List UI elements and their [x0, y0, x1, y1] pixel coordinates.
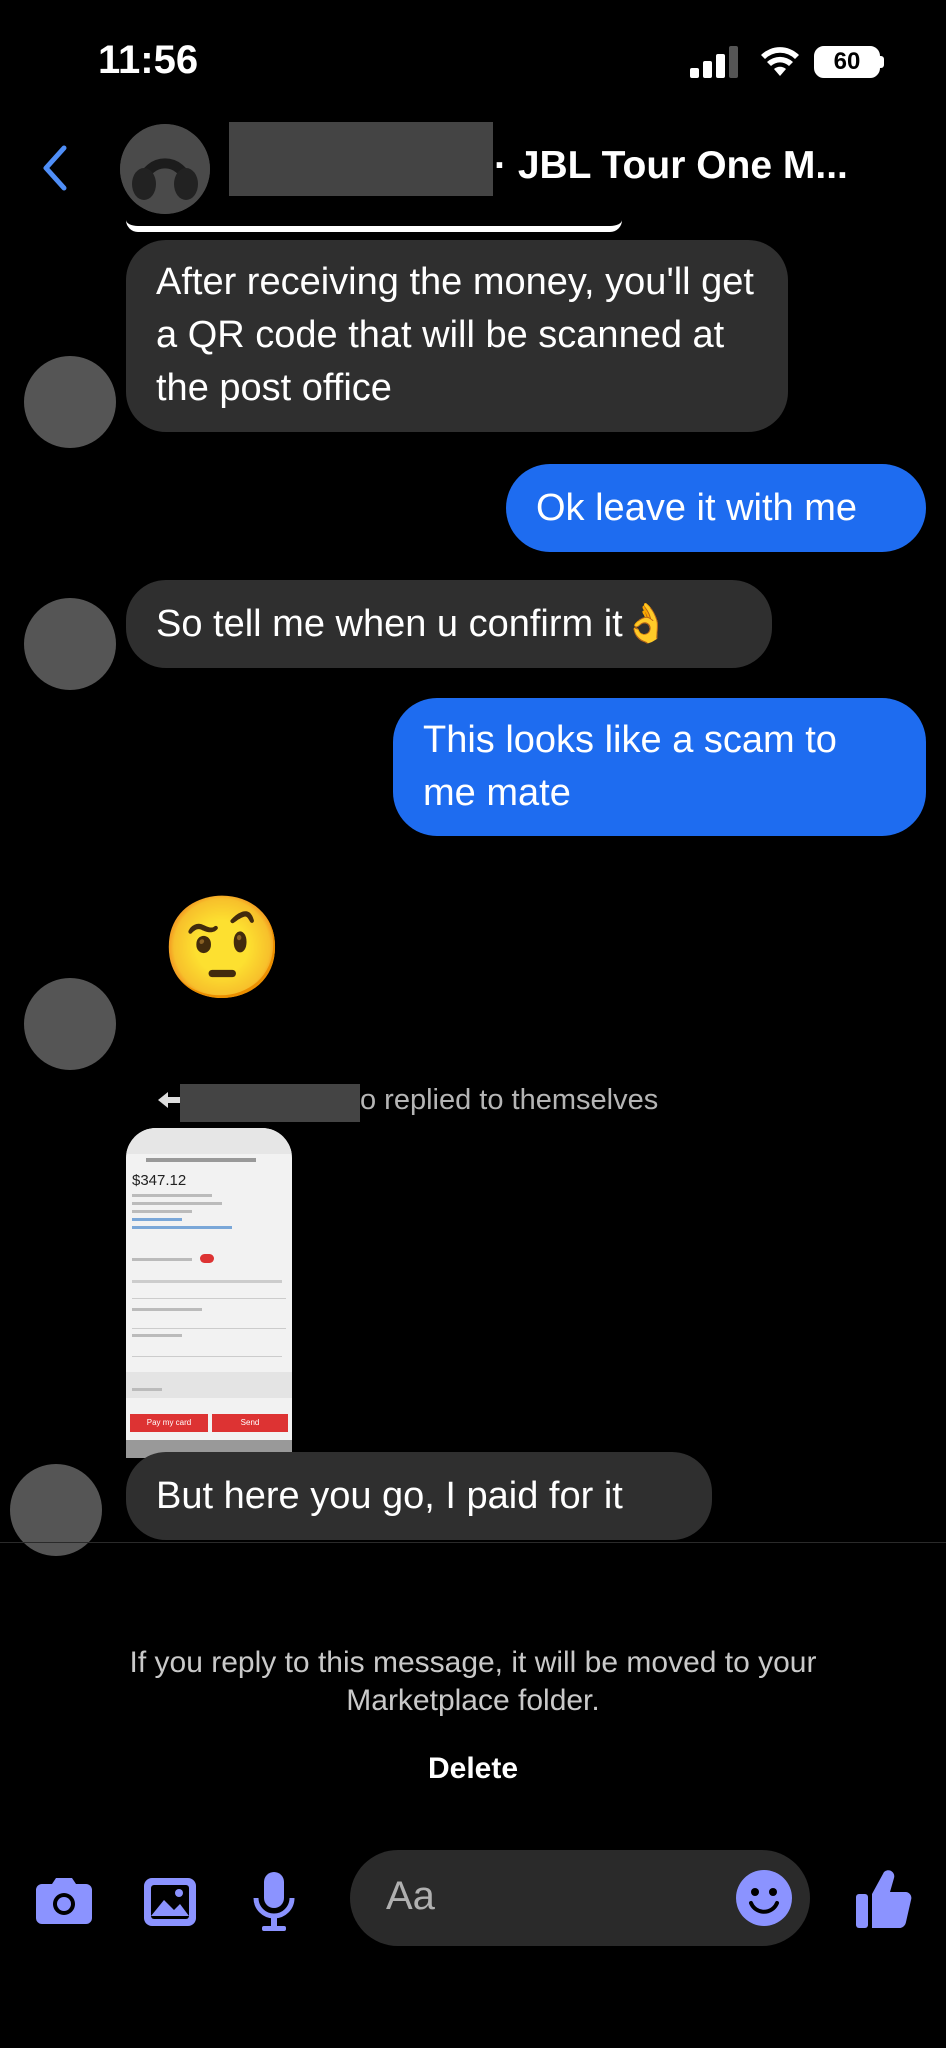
- thumbs-up-icon[interactable]: [854, 1868, 914, 1930]
- redacted-name: [180, 1084, 360, 1122]
- photo-icon[interactable]: [142, 1876, 198, 1928]
- message-incoming[interactable]: So tell me when u confirm it👌: [126, 580, 772, 668]
- reply-note: o replied to themselves: [360, 1084, 659, 1116]
- header-divider: [126, 220, 622, 232]
- delete-button[interactable]: Delete: [0, 1752, 946, 1786]
- wifi-icon: [761, 47, 799, 76]
- sender-avatar[interactable]: [24, 356, 116, 448]
- microphone-icon[interactable]: [252, 1870, 296, 1934]
- attachment-send-button: Send: [212, 1414, 288, 1432]
- message-outgoing[interactable]: This looks like a scam to me mate: [393, 698, 926, 836]
- camera-icon[interactable]: [34, 1876, 94, 1926]
- message-input-placeholder: Aa: [386, 1874, 435, 1918]
- cellular-signal-icon: [690, 46, 740, 78]
- chevron-left-icon[interactable]: [40, 144, 70, 192]
- message-incoming[interactable]: But here you go, I paid for it: [126, 1452, 712, 1540]
- divider: [0, 1542, 946, 1543]
- message-outgoing[interactable]: Ok leave it with me: [506, 464, 926, 552]
- battery-indicator: 60: [814, 46, 880, 78]
- conversation-title[interactable]: · JBL Tour One M...: [494, 144, 848, 188]
- reply-arrow-icon: [158, 1092, 180, 1108]
- redacted-name: [229, 122, 493, 196]
- emoji-message[interactable]: 🤨: [160, 888, 285, 1008]
- sender-avatar[interactable]: [24, 978, 116, 1070]
- attachment-pay-button: Pay my card: [130, 1414, 208, 1432]
- sender-avatar[interactable]: [24, 598, 116, 690]
- headphones-image: [120, 124, 210, 214]
- marketplace-notice: If you reply to this message, it will be…: [129, 1646, 817, 1717]
- image-attachment[interactable]: $347.12 Pay my card Send: [126, 1128, 292, 1458]
- message-incoming[interactable]: After receiving the money, you'll get a …: [126, 240, 788, 432]
- emoji-icon[interactable]: [736, 1870, 792, 1926]
- status-time: 11:56: [98, 38, 199, 82]
- attachment-amount: $347.12: [132, 1172, 187, 1189]
- header-avatar[interactable]: [120, 124, 210, 214]
- battery-tip: [880, 56, 884, 68]
